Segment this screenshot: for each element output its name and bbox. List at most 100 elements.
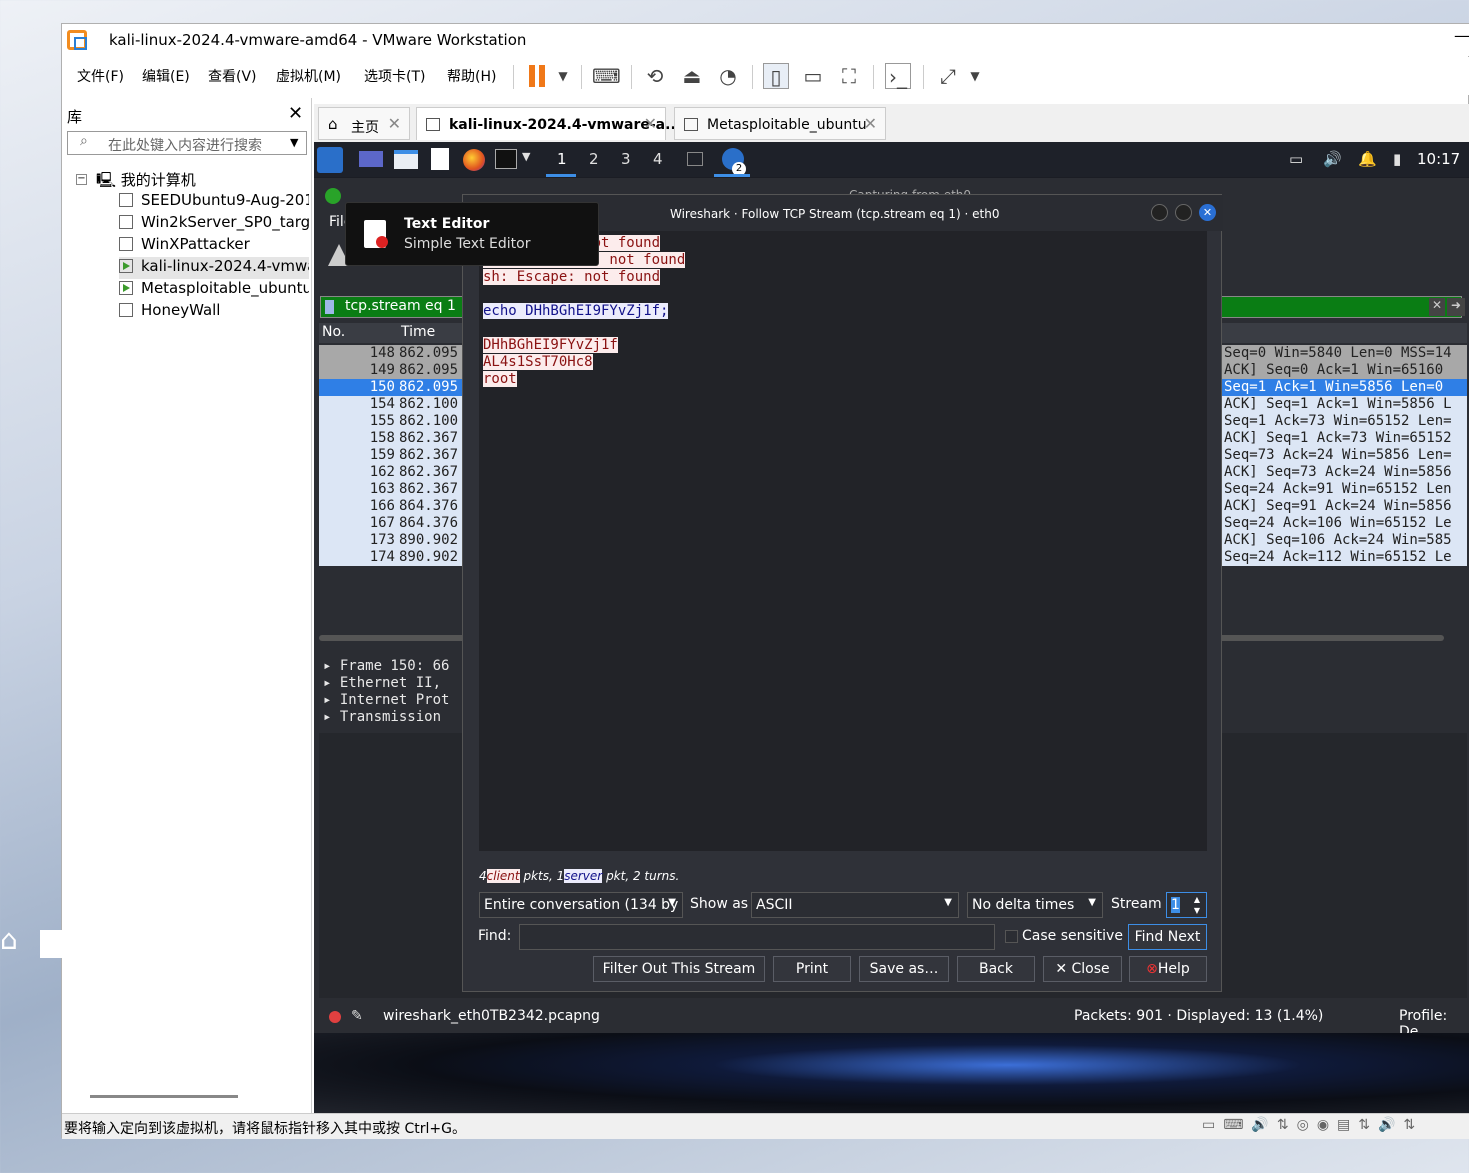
menu-edit[interactable]: 编辑(E) bbox=[142, 66, 190, 86]
tab-home[interactable]: ⌂ 主页 ✕ bbox=[318, 107, 410, 140]
vm-icon bbox=[119, 303, 133, 317]
close-icon[interactable]: ✕ bbox=[864, 114, 877, 133]
close-icon[interactable]: ✕ bbox=[288, 103, 303, 124]
menu-view[interactable]: 查看(V) bbox=[208, 66, 257, 86]
menu-help[interactable]: 帮助(H) bbox=[447, 66, 496, 86]
send-keys-icon[interactable]: ⌨ bbox=[592, 63, 621, 89]
chevron-down-icon[interactable]: ▼ bbox=[962, 63, 988, 89]
terminal-icon[interactable] bbox=[495, 149, 517, 169]
tab-kali[interactable]: kali-linux-2024.4-vmware-a... ✕ bbox=[416, 107, 681, 140]
packet-no: 167 bbox=[369, 515, 395, 531]
close-icon[interactable]: ✕ bbox=[1199, 204, 1216, 221]
col-time[interactable]: Time bbox=[401, 324, 435, 340]
text-editor-icon[interactable] bbox=[431, 148, 449, 170]
stream-spinbox[interactable]: 1 ▲ ▼ bbox=[1166, 892, 1207, 918]
menu-tabs[interactable]: 选项卡(T) bbox=[364, 66, 425, 86]
tree-item[interactable]: SEEDUbuntu9-Aug-2010 bbox=[119, 191, 309, 213]
library-search-input[interactable]: ⌕ 在此处键入内容进行搜索 ▼ bbox=[67, 131, 307, 155]
console-view-icon[interactable]: ›_ bbox=[885, 63, 911, 89]
conversation-select[interactable]: Entire conversation (134 by ▼ bbox=[479, 892, 683, 918]
packet-time: 862.095 bbox=[399, 362, 459, 378]
find-next-button[interactable]: Find Next bbox=[1128, 924, 1207, 950]
snapshot-icon[interactable]: ⟲ bbox=[642, 63, 668, 89]
close-button[interactable]: ✕ Close bbox=[1043, 956, 1122, 982]
workspace-active-indicator bbox=[546, 174, 576, 177]
print-button[interactable]: Print bbox=[773, 956, 851, 982]
window-button-icon[interactable] bbox=[687, 152, 703, 166]
close-icon[interactable]: ✕ bbox=[644, 114, 657, 133]
detail-row[interactable]: ▸ Frame 150: 66 bbox=[323, 658, 449, 674]
chevron-down-icon[interactable]: ▼ bbox=[522, 150, 530, 163]
file-manager-icon[interactable] bbox=[394, 150, 418, 169]
menu-file[interactable]: 文件(F) bbox=[77, 66, 124, 86]
library-scrollbar[interactable] bbox=[90, 1095, 238, 1098]
stream-line-text: DHhBGhEI9FYvZj1f bbox=[483, 337, 618, 353]
clear-filter-icon[interactable]: ✕ bbox=[1429, 298, 1445, 316]
toolbar-divider bbox=[581, 65, 582, 89]
device-icons[interactable]: ▭⌨🔊⇅◎◉▤⇅🔊⇅ bbox=[1202, 1117, 1423, 1133]
screen-icon[interactable]: ▭ bbox=[1289, 150, 1303, 168]
maximize-icon[interactable] bbox=[1175, 204, 1192, 221]
tree-item-selected[interactable]: kali-linux-2024.4-vmware-amd64 bbox=[119, 257, 309, 279]
workspace-4[interactable]: 4 bbox=[653, 150, 663, 168]
guest-screen[interactable]: ▼ 1 2 3 4 2 ▭ 🔊 🔔 ▮ 10:17 Capturing from… bbox=[314, 142, 1469, 1113]
collapse-icon[interactable]: − bbox=[76, 174, 87, 185]
save-as-button[interactable]: Save as… bbox=[859, 956, 949, 982]
filter-out-stream-button[interactable]: Filter Out This Stream bbox=[593, 956, 765, 982]
tree-item[interactable]: WinXPattacker bbox=[119, 235, 309, 257]
tree-item[interactable]: HoneyWall bbox=[119, 301, 309, 323]
menu-vm[interactable]: 虚拟机(M) bbox=[276, 66, 341, 86]
folder-icon[interactable] bbox=[40, 930, 62, 958]
wireshark-status-bar: ✎ wireshark_eth0TB2342.pcapng Packets: 9… bbox=[314, 1003, 1469, 1040]
thumbnail-view-icon[interactable]: ▭ bbox=[800, 63, 826, 89]
bookmark-icon[interactable] bbox=[325, 300, 334, 314]
detail-row[interactable]: ▸ Transmission bbox=[323, 709, 441, 725]
notes-icon[interactable]: ✎ bbox=[351, 1008, 363, 1024]
revert-snapshot-icon[interactable]: ⏏ bbox=[679, 63, 705, 89]
spin-arrows-icon[interactable]: ▲ ▼ bbox=[1194, 894, 1200, 916]
help-button[interactable]: ⊗Help bbox=[1129, 956, 1207, 982]
desktop-icon[interactable] bbox=[359, 151, 383, 167]
packet-info: Seq=1 Ack=1 Win=5856 Len=0 bbox=[1224, 379, 1444, 395]
close-icon[interactable]: ✕ bbox=[388, 114, 401, 133]
tree-item[interactable]: Win2kServer_SP0_target bbox=[119, 213, 309, 235]
client-packet-count: 4 bbox=[479, 869, 487, 883]
col-no[interactable]: No. bbox=[322, 324, 345, 340]
pause-icon[interactable] bbox=[529, 65, 535, 87]
show-as-select[interactable]: ASCII ▼ bbox=[751, 892, 959, 918]
stream-content[interactable]: sh: Trying: not foundsh: Connected: not … bbox=[479, 231, 1207, 851]
chevron-down-icon[interactable]: ▼ bbox=[290, 136, 298, 149]
find-input[interactable] bbox=[519, 924, 995, 950]
tree-item[interactable]: Metasploitable_ubuntu bbox=[119, 279, 309, 301]
fullscreen-icon[interactable]: ⛶ bbox=[836, 63, 862, 89]
minimize-icon[interactable]: — bbox=[1454, 26, 1469, 45]
delta-times-select[interactable]: No delta times ▼ bbox=[967, 892, 1103, 918]
detail-row[interactable]: ▸ Ethernet II, bbox=[323, 675, 441, 691]
case-sensitive-checkbox[interactable] bbox=[1005, 930, 1018, 943]
apply-filter-icon[interactable]: ➜ bbox=[1447, 298, 1465, 316]
volume-icon[interactable]: 🔊 bbox=[1323, 150, 1342, 168]
tooltip-subtitle: Simple Text Editor bbox=[404, 236, 531, 252]
toolbar-divider bbox=[923, 65, 924, 89]
packet-info: Seq=24 Ack=106 Win=65152 Le bbox=[1224, 515, 1452, 531]
minimize-icon[interactable] bbox=[1151, 204, 1168, 221]
library-view-icon[interactable]: ▯ bbox=[763, 63, 789, 89]
home-icon[interactable]: ⌂ bbox=[0, 923, 18, 956]
vm-label: Metasploitable_ubuntu bbox=[141, 279, 309, 297]
detail-row[interactable]: ▸ Internet Prot bbox=[323, 692, 449, 708]
snapshot-manager-icon[interactable]: ◔ bbox=[715, 63, 741, 89]
battery-icon[interactable]: ▮ bbox=[1393, 150, 1401, 168]
clock[interactable]: 10:17 bbox=[1417, 150, 1460, 168]
workspace-2[interactable]: 2 bbox=[589, 150, 599, 168]
chevron-down-icon[interactable]: ▼ bbox=[550, 63, 576, 89]
stretch-icon[interactable]: ⤢ bbox=[935, 63, 961, 89]
firefox-icon[interactable] bbox=[463, 149, 485, 171]
stream-line-text: echo DHhBGhEI9FYvZj1f; bbox=[483, 303, 669, 319]
back-button[interactable]: Back bbox=[957, 956, 1035, 982]
workspace-3[interactable]: 3 bbox=[621, 150, 631, 168]
kali-menu-icon[interactable] bbox=[317, 147, 343, 173]
detail-text: Transmission bbox=[339, 709, 442, 725]
workspace-1[interactable]: 1 bbox=[557, 150, 567, 168]
notification-bell-icon[interactable]: 🔔 bbox=[1358, 150, 1377, 168]
tab-metasploitable[interactable]: Metasploitable_ubuntu ✕ bbox=[674, 107, 886, 140]
